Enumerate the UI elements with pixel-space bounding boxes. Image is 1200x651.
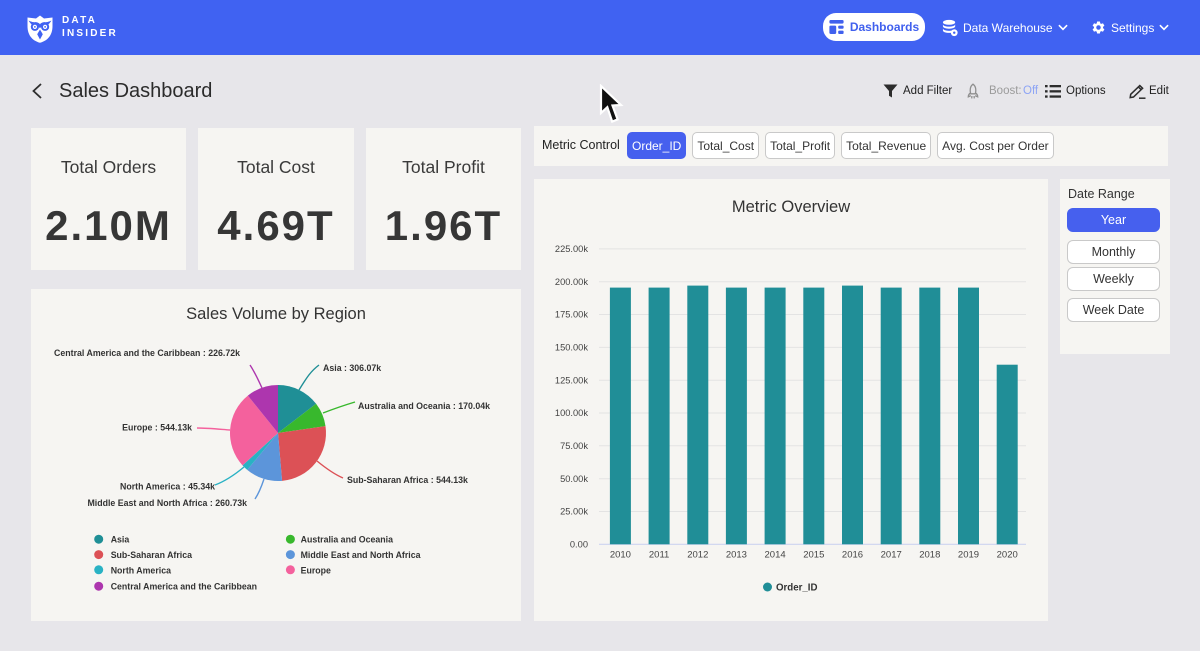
svg-text:225.00k: 225.00k (555, 244, 588, 254)
svg-text:Middle East and North Africa: Middle East and North Africa (301, 550, 421, 560)
svg-text:Australia and Oceania: Australia and Oceania (301, 535, 394, 545)
svg-text:100.00k: 100.00k (555, 408, 588, 418)
svg-text:Order_ID: Order_ID (776, 583, 817, 594)
svg-text:Middle East and North Africa :: Middle East and North Africa : 260.73k (87, 498, 247, 508)
svg-text:Europe : 544.13k: Europe : 544.13k (122, 423, 192, 433)
svg-text:Sub-Saharan Africa : 544.13k: Sub-Saharan Africa : 544.13k (347, 475, 468, 485)
svg-text:North America : 45.34k: North America : 45.34k (120, 482, 215, 492)
svg-text:2020: 2020 (997, 550, 1018, 561)
svg-text:0.00: 0.00 (570, 540, 588, 550)
svg-text:2014: 2014 (765, 550, 786, 561)
svg-text:2011: 2011 (649, 550, 669, 561)
svg-text:North America: North America (111, 565, 171, 575)
svg-text:Central America and the Caribb: Central America and the Caribbean : 226.… (54, 348, 240, 358)
svg-text:2012: 2012 (687, 550, 708, 561)
svg-text:2010: 2010 (610, 550, 631, 561)
svg-text:2015: 2015 (803, 550, 824, 561)
svg-text:Europe: Europe (301, 565, 331, 575)
svg-text:2013: 2013 (726, 550, 747, 561)
svg-text:200.00k: 200.00k (555, 277, 588, 287)
svg-text:2016: 2016 (842, 550, 863, 561)
svg-text:Asia: Asia (111, 535, 130, 545)
svg-text:Central America and the Caribb: Central America and the Caribbean (111, 582, 257, 592)
svg-text:Asia : 306.07k: Asia : 306.07k (323, 363, 381, 373)
svg-text:125.00k: 125.00k (555, 375, 588, 385)
svg-text:2017: 2017 (881, 550, 902, 561)
svg-text:25.00k: 25.00k (560, 507, 588, 517)
svg-text:50.00k: 50.00k (560, 474, 588, 484)
svg-text:175.00k: 175.00k (555, 310, 588, 320)
svg-text:75.00k: 75.00k (560, 441, 588, 451)
svg-text:2018: 2018 (919, 550, 940, 561)
svg-text:2019: 2019 (958, 550, 979, 561)
svg-text:Australia and Oceania : 170.04: Australia and Oceania : 170.04k (358, 401, 490, 411)
svg-text:150.00k: 150.00k (555, 343, 588, 353)
svg-text:Sub-Saharan Africa: Sub-Saharan Africa (111, 550, 192, 560)
